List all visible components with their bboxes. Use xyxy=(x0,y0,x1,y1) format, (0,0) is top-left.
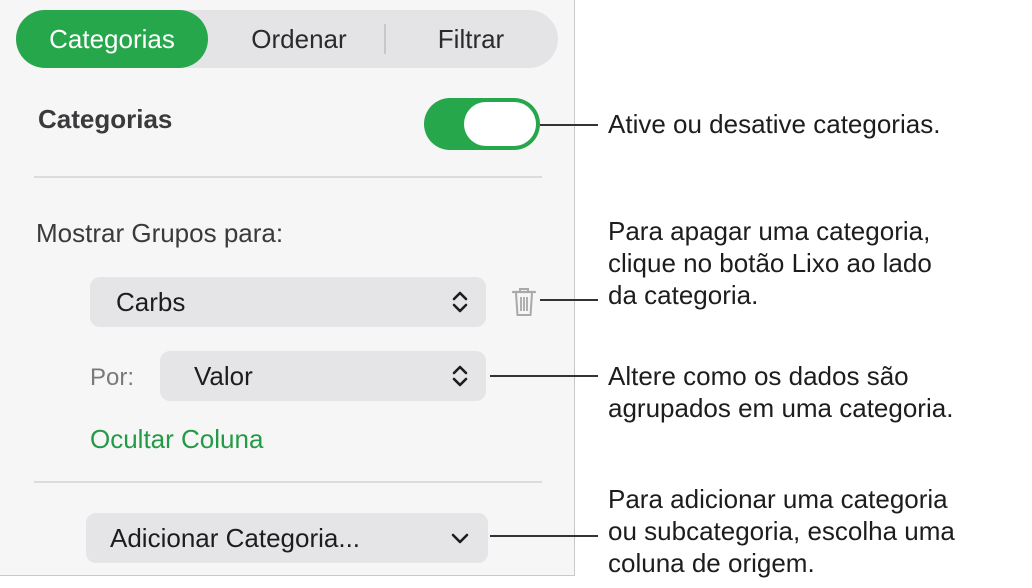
tab-bar: Categorias Ordenar Filtrar xyxy=(16,10,558,68)
callout-line: ou subcategoria, escolha uma xyxy=(608,516,955,546)
show-groups-label: Mostrar Grupos para: xyxy=(36,218,284,248)
callout-group-by: Altere como os dados são agrupados em um… xyxy=(608,360,953,424)
categories-toggle-label: Categorias xyxy=(38,104,173,134)
add-category-label: Adicionar Categoria... xyxy=(110,523,361,553)
leader-line xyxy=(490,375,598,377)
callout-line: coluna de origem. xyxy=(608,548,815,578)
leader-line xyxy=(540,124,598,126)
tab-filtrar[interactable]: Filtrar xyxy=(388,10,554,68)
group-column-popup[interactable]: Carbs xyxy=(90,277,486,327)
hide-column-link[interactable]: Ocultar Coluna xyxy=(90,424,263,455)
callout-line: da categoria. xyxy=(608,280,759,310)
callout-add: Para adicionar uma categoria ou subcateg… xyxy=(608,483,955,579)
categories-panel: Categorias Ordenar Filtrar Categorias Mo… xyxy=(0,0,575,576)
callout-line: Para adicionar uma categoria xyxy=(608,484,948,514)
callout-line: Para apagar uma categoria, xyxy=(608,216,931,246)
callout-line: agrupados em uma categoria. xyxy=(608,393,954,423)
callout-trash: Para apagar uma categoria, clique no bot… xyxy=(608,215,932,311)
callout-toggle: Ative ou desative categorias. xyxy=(608,108,940,140)
by-label: Por: xyxy=(90,364,135,391)
divider xyxy=(34,481,542,483)
callout-line: Altere como os dados são xyxy=(608,361,909,391)
tab-categorias[interactable]: Categorias xyxy=(16,10,208,68)
up-down-chevron-icon xyxy=(452,351,468,401)
group-by-value: Valor xyxy=(194,361,253,391)
chevron-down-icon xyxy=(450,513,470,563)
tab-divider xyxy=(384,24,386,54)
leader-line xyxy=(490,535,598,537)
leader-line xyxy=(540,299,598,301)
callout-line: Ative ou desative categorias. xyxy=(608,109,941,139)
callout-line: clique no botão Lixo ao lado xyxy=(608,248,932,278)
group-column-value: Carbs xyxy=(116,287,186,317)
add-category-popup[interactable]: Adicionar Categoria... xyxy=(86,513,488,563)
divider xyxy=(34,176,542,178)
trash-icon[interactable] xyxy=(508,284,540,320)
tab-ordenar[interactable]: Ordenar xyxy=(216,10,382,68)
group-by-popup[interactable]: Valor xyxy=(160,351,486,401)
categories-toggle[interactable] xyxy=(424,98,540,150)
up-down-chevron-icon xyxy=(452,277,468,327)
toggle-knob xyxy=(464,102,536,146)
